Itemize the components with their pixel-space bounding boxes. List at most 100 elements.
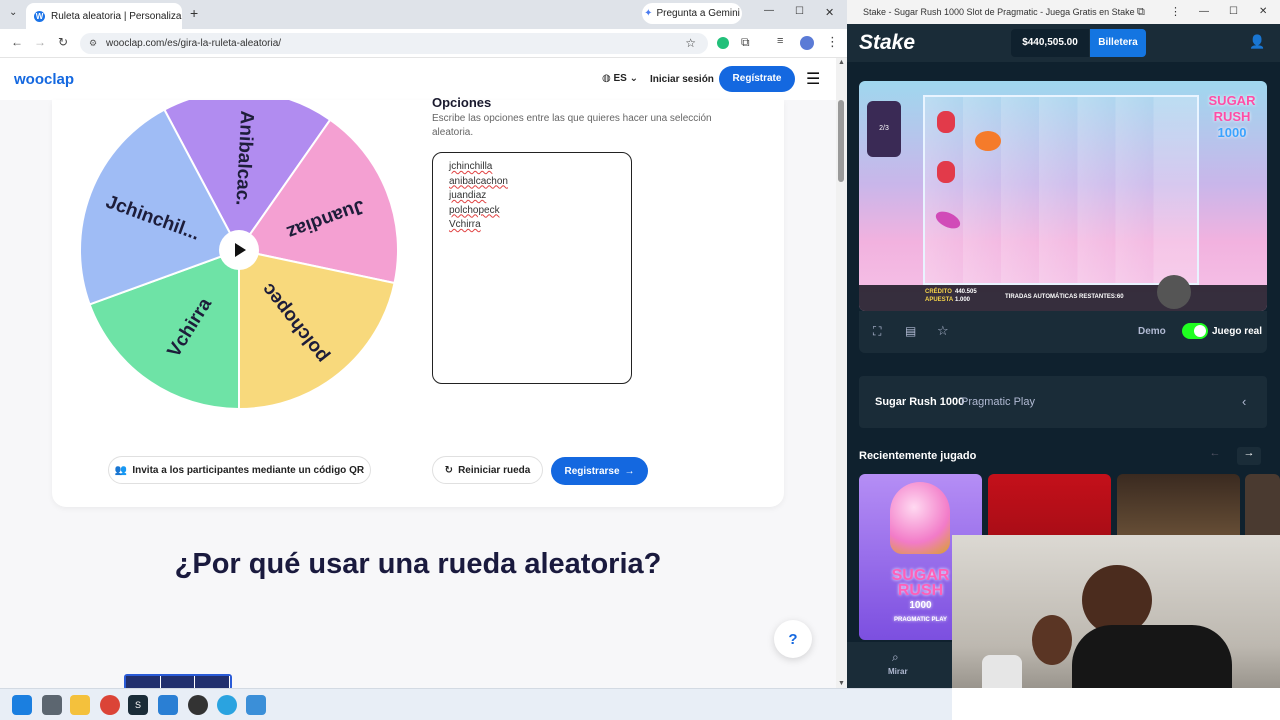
profile-avatar-icon[interactable]: [800, 36, 814, 50]
bet-value: 1.000: [955, 297, 971, 303]
option-line: Vchirra: [449, 219, 481, 230]
favourite-star-icon[interactable]: ☆: [937, 323, 949, 339]
wooclap-favicon-icon: W: [34, 10, 45, 22]
demo-label: Demo: [1138, 326, 1166, 337]
extension-green-icon[interactable]: [717, 37, 729, 49]
invite-qr-button[interactable]: 👥 Invita a los participantes mediante un…: [108, 456, 371, 484]
help-button[interactable]: ?: [774, 620, 812, 658]
browse-label[interactable]: Mirar: [888, 667, 908, 676]
carousel-prev-icon[interactable]: ←: [1203, 447, 1227, 465]
site-header: wooclap ◍ ES ⌄ Iniciar sesión Regístrate…: [0, 58, 836, 100]
wallet-button[interactable]: Billetera: [1090, 29, 1146, 57]
reset-wheel-button[interactable]: ↻ Reiniciar rueda: [432, 456, 543, 484]
browse-icon[interactable]: ⌕: [892, 650, 899, 665]
signup-button[interactable]: Regístrate: [719, 66, 795, 92]
language-label: ES: [613, 73, 627, 84]
window-minimize-icon[interactable]: —: [1199, 0, 1209, 24]
window-menu-icon[interactable]: ⋮: [1170, 0, 1181, 24]
users-icon: 👥: [114, 464, 128, 476]
telegram-icon[interactable]: [217, 695, 237, 715]
minimize-icon[interactable]: —: [764, 5, 774, 16]
back-icon[interactable]: ←: [11, 35, 23, 49]
arrow-right-icon: →: [624, 465, 635, 477]
browser-menu-icon[interactable]: ⋮: [826, 34, 839, 50]
bookmark-star-icon[interactable]: ☆: [685, 33, 696, 54]
slot-game-frame[interactable]: 2/3 SUGAR RUSH 1000 CRÉDITO 440.505 APUE…: [859, 81, 1267, 311]
stake-header: Stake $440,505.00 Billetera 👤: [847, 24, 1280, 62]
stake-app-icon[interactable]: S: [128, 695, 148, 715]
spin-button[interactable]: [1157, 275, 1191, 309]
game-logo-line: RUSH: [1213, 109, 1251, 124]
window-maximize-icon[interactable]: ☐: [1229, 0, 1238, 24]
new-tab-icon[interactable]: +: [190, 5, 198, 21]
gummy-bear-symbol-icon: [937, 161, 955, 183]
chevron-left-icon[interactable]: ‹: [1242, 394, 1246, 409]
address-bar-row: ← → ↻ ⚙ wooclap.com/es/gira-la-ruleta-al…: [0, 29, 847, 58]
scrollbar-thumb[interactable]: [838, 100, 844, 182]
fullscreen-icon[interactable]: ⛶: [873, 324, 881, 339]
scroll-down-icon[interactable]: ▼: [838, 680, 845, 687]
stake-logo[interactable]: Stake: [859, 31, 915, 55]
slot-reels-grid: [923, 95, 1199, 285]
page-scrollbar[interactable]: ▲ ▼: [836, 58, 847, 688]
options-title: Opciones: [432, 95, 492, 110]
url-field[interactable]: ⚙ wooclap.com/es/gira-la-ruleta-aleatori…: [80, 33, 708, 54]
photos-icon[interactable]: [158, 695, 178, 715]
option-line: jchinchilla: [449, 161, 493, 172]
windows-start-icon[interactable]: [12, 695, 32, 715]
free-spin-counter: 2/3: [867, 101, 901, 157]
window-extension-icon[interactable]: ⧉: [1137, 0, 1145, 24]
extensions-puzzle-icon[interactable]: ⧉: [741, 35, 750, 50]
task-view-icon[interactable]: [42, 695, 62, 715]
tab-list-chevron-icon[interactable]: ⌄: [9, 7, 17, 18]
gumball-machine-icon: [890, 482, 950, 554]
microphone: [982, 655, 1022, 688]
file-explorer-icon[interactable]: [70, 695, 90, 715]
balance-display[interactable]: $440,505.00: [1011, 29, 1089, 57]
recently-played-title: Recientemente jugado: [859, 450, 977, 462]
gemini-label: Pregunta a Gemini: [656, 8, 740, 19]
scroll-up-icon[interactable]: ▲: [838, 59, 845, 66]
game-info-bar[interactable]: Sugar Rush 1000 Pragmatic Play ‹: [859, 376, 1267, 428]
register-label: Registrarse: [564, 465, 620, 477]
app-icon[interactable]: [246, 695, 266, 715]
login-link[interactable]: Iniciar sesión: [650, 74, 714, 85]
random-wheel[interactable]: Anibalcac.JuandiazpolchopecVchirraJchinc…: [80, 100, 400, 412]
chevron-down-icon: ⌄: [629, 73, 639, 84]
streamer-person: [1072, 625, 1232, 688]
real-play-label: Juego real: [1212, 326, 1263, 337]
user-icon[interactable]: 👤: [1249, 34, 1265, 50]
bet-label: APUESTA: [925, 297, 954, 303]
real-money-toggle[interactable]: [1182, 323, 1208, 339]
options-textarea[interactable]: jchinchilla anibalcachon juandiaz polcho…: [432, 152, 632, 384]
slot-status-bar: CRÉDITO 440.505 APUESTA 1.000 TIRADAS AU…: [859, 275, 1267, 311]
reload-icon[interactable]: ↻: [58, 35, 68, 49]
register-button[interactable]: Registrarse →: [551, 457, 648, 485]
participant-thumbnails: [124, 674, 232, 688]
option-line: juandiaz: [449, 190, 487, 201]
close-window-icon[interactable]: ✕: [825, 6, 834, 19]
maximize-icon[interactable]: ☐: [795, 6, 804, 17]
wooclap-logo[interactable]: wooclap: [14, 71, 74, 88]
language-selector[interactable]: ◍ ES ⌄: [602, 73, 638, 84]
window-close-icon[interactable]: ✕: [1259, 0, 1267, 24]
site-info-icon[interactable]: ⚙: [89, 33, 97, 54]
media-controls-icon[interactable]: ≡: [777, 35, 783, 47]
url-text: wooclap.com/es/gira-la-ruleta-aleatoria/: [106, 38, 282, 49]
heart-candy-symbol-icon: [975, 131, 1001, 151]
sugar-rush-game-logo: SUGAR RUSH 1000: [1204, 93, 1260, 141]
forward-icon[interactable]: →: [34, 35, 46, 49]
carousel-next-icon[interactable]: →: [1237, 447, 1261, 465]
gemini-button[interactable]: ✦ Pregunta a Gemini: [642, 3, 742, 24]
theatre-mode-icon[interactable]: ▤: [905, 324, 916, 338]
chrome-icon[interactable]: [100, 695, 120, 715]
game-logo-line: SUGAR: [1208, 93, 1256, 108]
tab-title: Ruleta aleatoria | Personaliza y: [51, 10, 182, 22]
globe-icon: ◍: [602, 73, 611, 84]
obs-icon[interactable]: [188, 695, 208, 715]
credit-value: 440.505: [955, 289, 977, 295]
hamburger-menu-icon[interactable]: ☰: [806, 69, 820, 89]
browser-tab[interactable]: W Ruleta aleatoria | Personaliza y ✕: [26, 3, 182, 29]
companion-person: [1032, 615, 1072, 665]
game-provider: Pragmatic Play: [961, 396, 1035, 408]
